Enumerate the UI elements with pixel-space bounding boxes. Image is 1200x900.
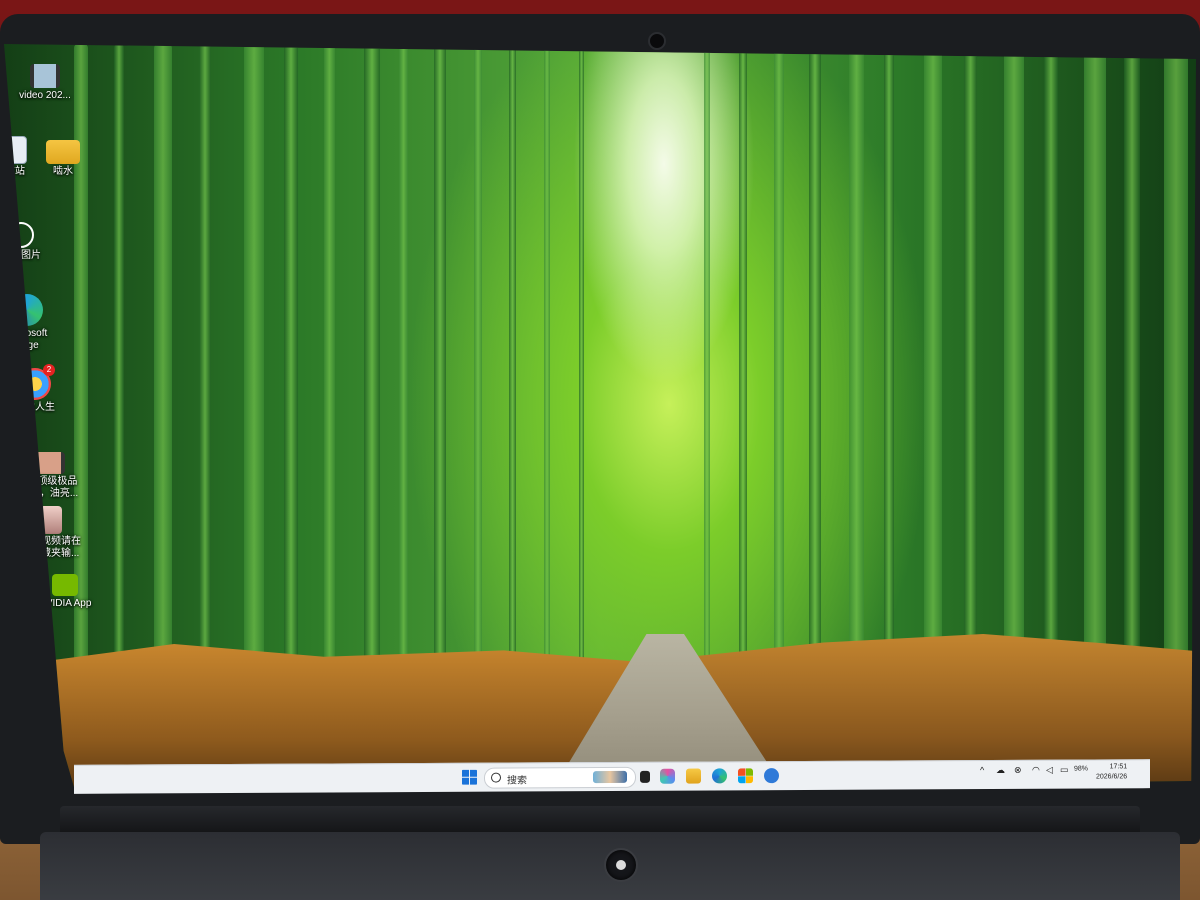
- bamboo-stalk: [884, 44, 894, 684]
- wifi-icon[interactable]: ◠: [1032, 765, 1040, 775]
- bamboo-stalk: [364, 44, 380, 684]
- clock[interactable]: 17:51 2026/6/26: [1096, 762, 1127, 782]
- copilot-icon[interactable]: [660, 768, 675, 784]
- bamboo-stalk: [154, 44, 172, 684]
- bamboo-stalk: [1124, 44, 1140, 684]
- bamboo-stalk: [474, 44, 482, 684]
- nvidia-icon: [52, 574, 78, 596]
- bamboo-stalk: [964, 44, 977, 684]
- bamboo-stalk: [544, 44, 550, 684]
- battery-percent: 98%: [1074, 765, 1089, 773]
- bamboo-stalk: [199, 44, 211, 684]
- search-input[interactable]: 搜索: [484, 766, 636, 789]
- bamboo-stalk: [1164, 44, 1188, 684]
- search-icon: [491, 772, 501, 783]
- bamboo-forest-wallpaper[interactable]: [4, 44, 1196, 793]
- bamboo-stalk: [244, 44, 264, 684]
- battery-icon[interactable]: ▭: [1060, 765, 1069, 775]
- photo-scene: video 202... 散站 啮水 解此图片 Microsoft Edge 2…: [0, 0, 1200, 900]
- bamboo-stalk: [924, 44, 942, 684]
- bamboo-stalk: [114, 44, 124, 684]
- laptop-screen: video 202... 散站 啮水 解此图片 Microsoft Edge 2…: [4, 44, 1196, 793]
- desktop-icon-label: 啮水: [53, 166, 73, 177]
- notification-badge: 2: [43, 364, 55, 376]
- bamboo-stalk: [1084, 44, 1106, 684]
- search-highlight-icon: [593, 770, 627, 784]
- desktop-icon-nie-shui[interactable]: 啮水: [28, 140, 98, 178]
- volume-icon[interactable]: ◁: [1046, 765, 1053, 775]
- bamboo-stalk: [284, 44, 298, 684]
- bamboo-stalk: [434, 44, 446, 684]
- bamboo-stalk: [579, 44, 584, 684]
- desktop-icon-video[interactable]: video 202...: [10, 64, 80, 102]
- bamboo-stalk: [704, 44, 710, 684]
- webcam: [648, 32, 666, 50]
- windows-start-icon[interactable]: [462, 769, 477, 785]
- task-view-icon[interactable]: [640, 770, 650, 783]
- bamboo-stalk: [399, 44, 408, 684]
- bamboo-stalk: [809, 44, 821, 684]
- bamboo-stalk: [849, 44, 864, 684]
- chevron-up-icon[interactable]: ^: [980, 765, 984, 775]
- folder-icon: [46, 140, 80, 164]
- taskbar: 搜索 ^ ☁ ⊗ ◠ ◁ ▭ 98% 17:51 2026/6/26: [74, 759, 1150, 794]
- security-icon[interactable]: ⊗: [1014, 765, 1022, 775]
- clock-date: 2026/6/26: [1096, 773, 1128, 781]
- edge-icon[interactable]: [712, 768, 727, 784]
- search-placeholder: 搜索: [507, 775, 527, 787]
- bamboo-stalk: [509, 44, 516, 684]
- bamboo-stalk: [739, 44, 747, 684]
- bamboo-stalk: [1004, 44, 1024, 684]
- cloud-icon[interactable]: ☁: [996, 765, 1005, 775]
- bamboo-stalk: [1044, 44, 1058, 684]
- power-button[interactable]: [604, 848, 638, 882]
- bamboo-stalk: [324, 44, 335, 684]
- app-icon[interactable]: [764, 768, 779, 784]
- desktop-icon-label: video 202...: [19, 90, 71, 101]
- video-file-icon: [30, 64, 60, 88]
- file-explorer-icon[interactable]: [686, 768, 701, 784]
- clock-time: 17:51: [1109, 763, 1128, 771]
- store-icon[interactable]: [738, 768, 753, 784]
- bamboo-stalk: [774, 44, 784, 684]
